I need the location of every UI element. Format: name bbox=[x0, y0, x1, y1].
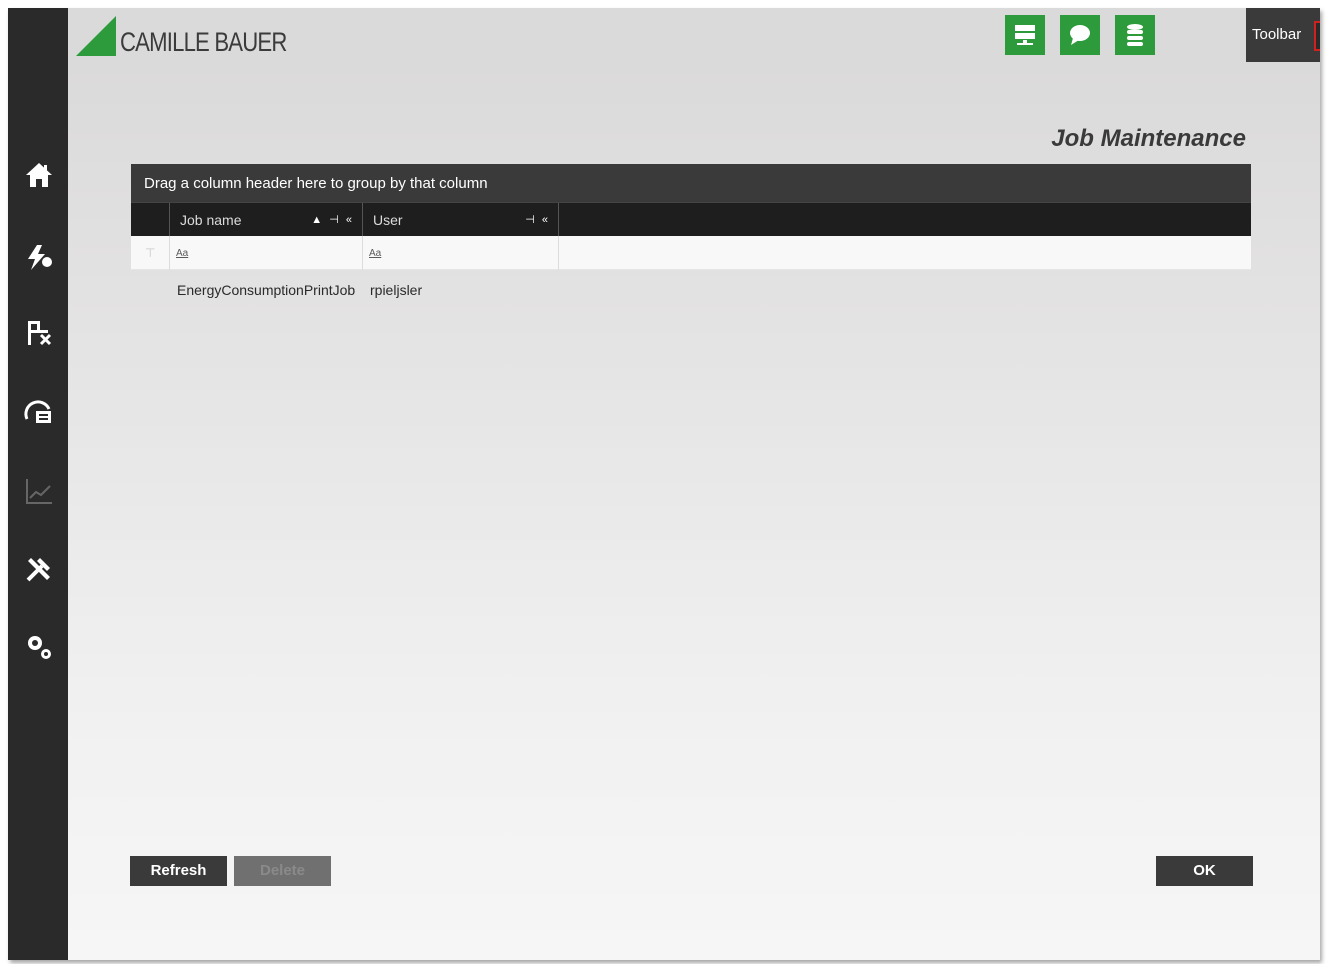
filter-row: ⊤ Aa Aa bbox=[131, 236, 1251, 270]
page-title: Job Maintenance bbox=[1051, 125, 1246, 152]
sidebar bbox=[8, 8, 68, 960]
column-tools-icon[interactable]: ▲ ⊣ « bbox=[311, 203, 354, 237]
column-header-user[interactable]: User ⊣ « bbox=[362, 203, 558, 237]
filter-spacer bbox=[558, 236, 1251, 270]
home-icon[interactable] bbox=[22, 158, 56, 192]
tools-icon[interactable] bbox=[22, 552, 56, 586]
header-bar: CAMILLE BAUER Toolbar off bbox=[68, 8, 1320, 62]
column-tools-icon[interactable]: ⊣ « bbox=[525, 203, 550, 237]
filter-user-input[interactable]: Aa bbox=[362, 236, 558, 270]
ok-button[interactable]: OK bbox=[1156, 856, 1253, 886]
cell-user: rpieljsler bbox=[370, 282, 423, 298]
database-icon bbox=[1127, 24, 1143, 46]
dashboard-icon[interactable] bbox=[22, 396, 56, 430]
database-button[interactable] bbox=[1115, 15, 1155, 55]
toolbar-label: Toolbar bbox=[1252, 26, 1302, 43]
job-grid: Drag a column header here to group by th… bbox=[131, 164, 1251, 304]
refresh-button[interactable]: Refresh bbox=[130, 856, 227, 886]
column-header-label: User bbox=[373, 212, 403, 228]
column-header-spacer bbox=[558, 203, 1251, 237]
app-window: CAMILLE BAUER Toolbar off Job Maintenanc… bbox=[8, 8, 1320, 960]
toolbar-toggle-panel: Toolbar off bbox=[1246, 8, 1320, 62]
cell-job-name: EnergyConsumptionPrintJob bbox=[177, 282, 356, 298]
logo-text: CAMILLE BAUER bbox=[120, 27, 287, 57]
server-icon bbox=[1015, 25, 1035, 45]
table-row[interactable]: EnergyConsumptionPrintJob rpieljsler bbox=[131, 270, 1251, 304]
logo-triangle-icon bbox=[76, 16, 116, 56]
filter-job-name-input[interactable]: Aa bbox=[169, 236, 362, 270]
chat-button[interactable] bbox=[1060, 15, 1100, 55]
flash-icon[interactable] bbox=[22, 240, 56, 274]
topology-icon[interactable] bbox=[22, 316, 56, 350]
delete-button[interactable]: Delete bbox=[234, 856, 331, 886]
filter-icon[interactable]: ⊤ bbox=[145, 246, 155, 260]
settings-icon[interactable] bbox=[22, 630, 56, 664]
column-header-row: Job name ▲ ⊣ « User ⊣ « bbox=[131, 202, 1251, 237]
group-by-panel[interactable]: Drag a column header here to group by th… bbox=[131, 164, 1251, 202]
chart-icon[interactable] bbox=[22, 474, 56, 508]
server-button[interactable] bbox=[1005, 15, 1045, 55]
logo: CAMILLE BAUER bbox=[76, 16, 323, 56]
chat-icon bbox=[1070, 25, 1090, 45]
column-header-job-name[interactable]: Job name ▲ ⊣ « bbox=[169, 203, 362, 237]
toolbar-toggle[interactable]: off bbox=[1314, 21, 1320, 51]
column-header-label: Job name bbox=[180, 212, 242, 228]
